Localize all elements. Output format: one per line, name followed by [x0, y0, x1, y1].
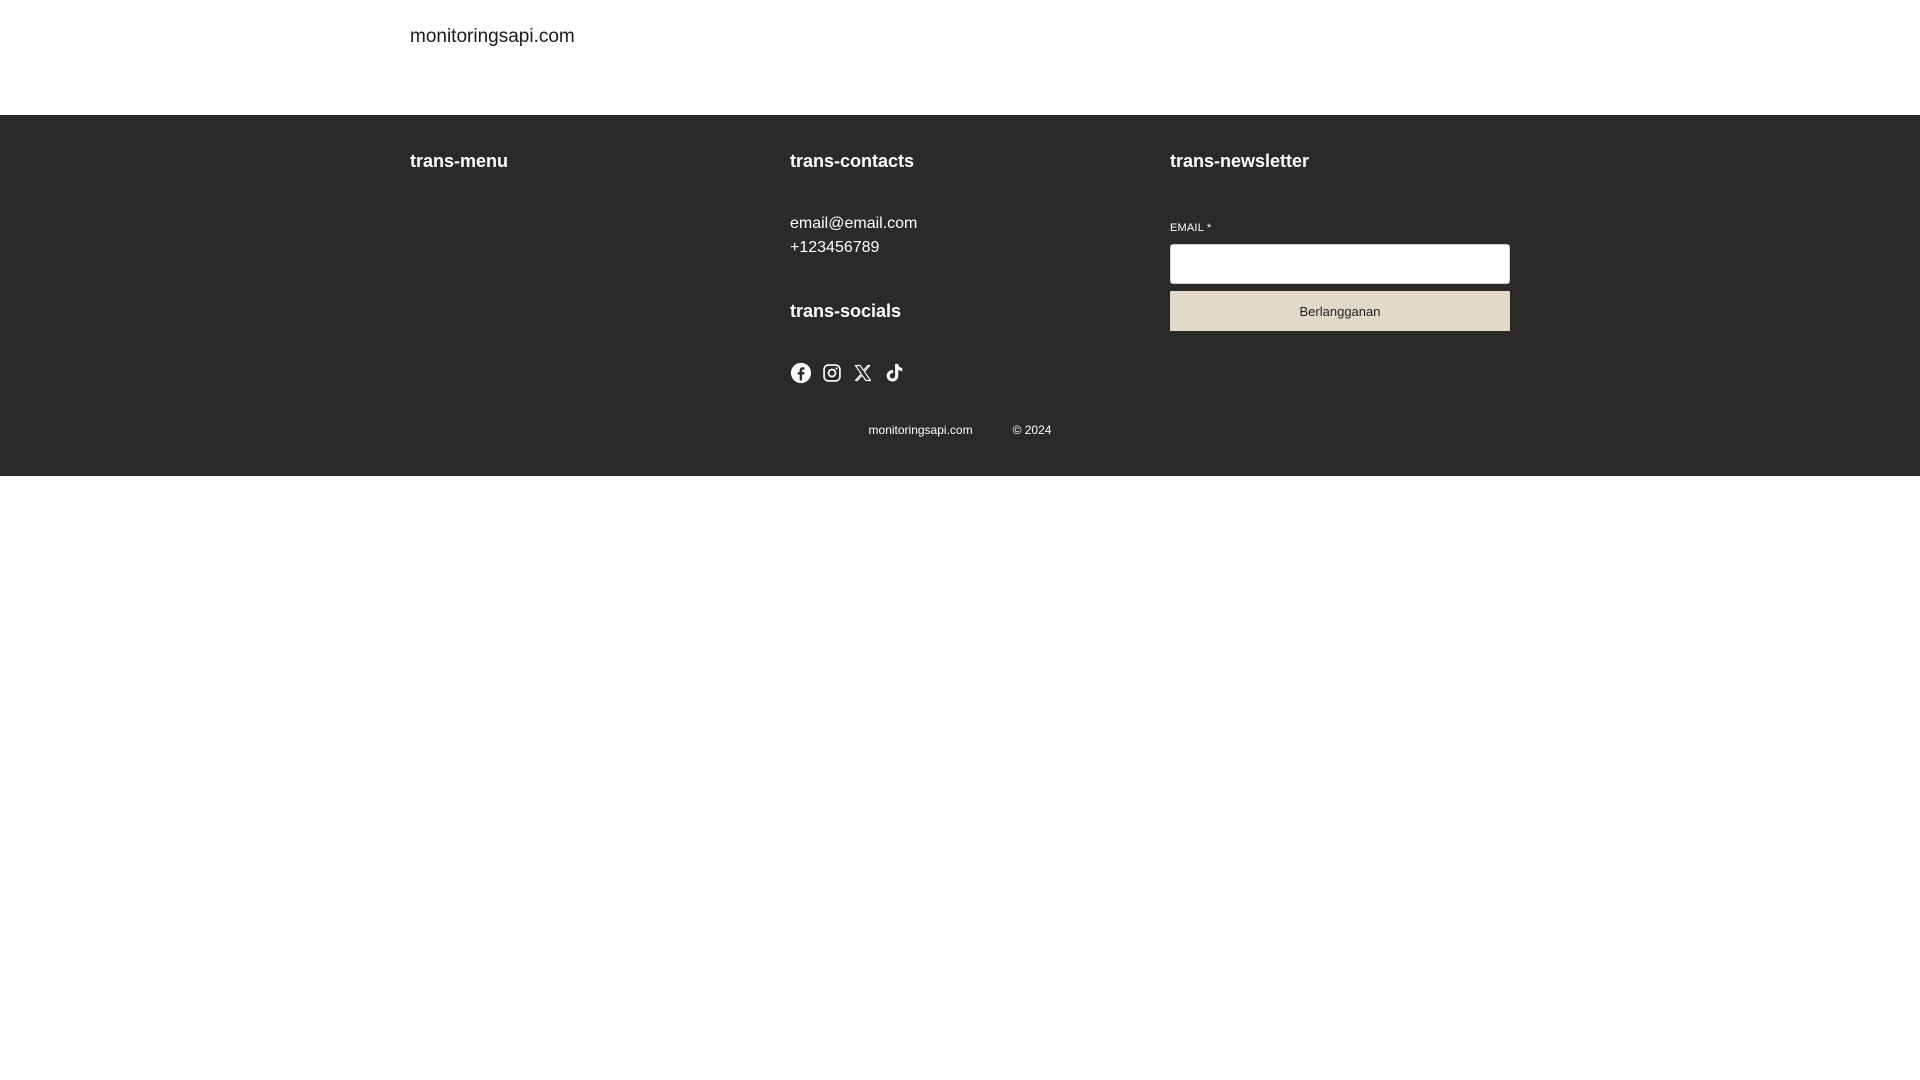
newsletter-heading: trans-newsletter: [1170, 151, 1310, 171]
contact-phone-link[interactable]: +123456789: [790, 239, 879, 257]
tiktok-icon[interactable]: [883, 362, 905, 384]
site-header: monitoringsapi.com: [0, 0, 1920, 115]
footer-copyright: © 2024: [1012, 423, 1052, 437]
contact-email-link[interactable]: email@email.com: [790, 215, 917, 233]
email-label: EMAIL *: [1170, 222, 1212, 234]
instagram-icon[interactable]: [821, 362, 843, 384]
socials-heading: trans-socials: [790, 301, 902, 321]
x-icon[interactable]: [852, 362, 874, 384]
facebook-icon[interactable]: [790, 362, 812, 384]
subscribe-button[interactable]: Berlangganan: [1170, 291, 1510, 331]
footer-bottom-bar: monitoringsapi.com © 2024: [0, 423, 1920, 437]
footer-site-name: monitoringsapi.com: [868, 423, 973, 437]
menu-heading: trans-menu: [410, 151, 509, 171]
contacts-heading: trans-contacts: [790, 151, 915, 171]
newsletter-email-input[interactable]: [1170, 244, 1510, 284]
site-footer: trans-menu trans-contacts email@email.co…: [0, 115, 1920, 476]
social-icons: [790, 362, 905, 384]
site-title-link[interactable]: monitoringsapi.com: [410, 26, 575, 48]
